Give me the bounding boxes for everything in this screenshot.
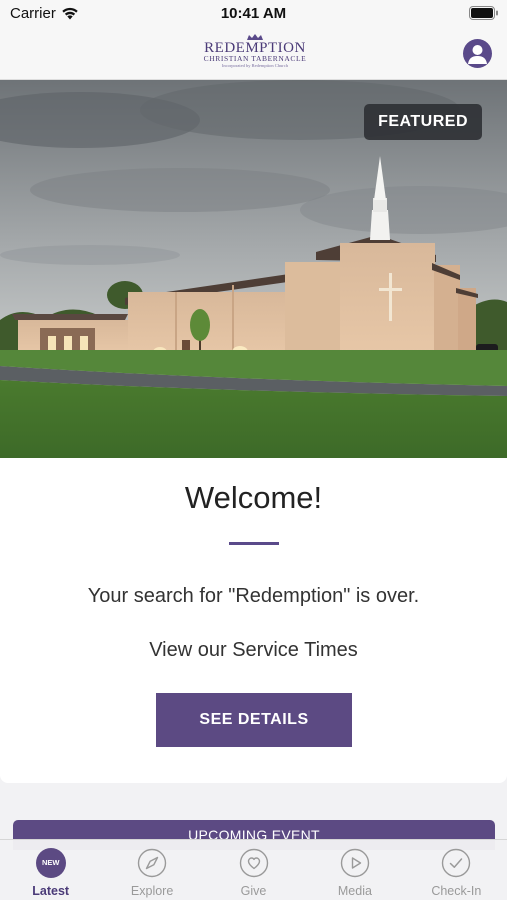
tab-label: Media (337, 884, 372, 898)
see-details-button[interactable]: SEE DETAILS (156, 693, 352, 747)
play-icon (340, 848, 370, 878)
logo-tagline: Incorporated by Redemption Church (221, 63, 289, 68)
tab-explore[interactable]: Explore (101, 840, 202, 900)
tab-latest[interactable]: NEW Latest (0, 840, 101, 900)
battery-icon (469, 6, 498, 20)
church-logo[interactable]: REDEMPTION CHRISTIAN TABERNACLE Incorpor… (200, 34, 310, 72)
app-header: REDEMPTION CHRISTIAN TABERNACLE Incorpor… (0, 28, 507, 80)
logo-sub-text: CHRISTIAN TABERNACLE (203, 54, 307, 63)
compass-icon (137, 848, 167, 878)
featured-hero[interactable]: FEATURED (0, 80, 507, 458)
new-badge-icon: NEW (35, 848, 66, 878)
service-times-text: View our Service Times (149, 639, 358, 661)
heart-icon (239, 848, 268, 878)
tab-check-in[interactable]: Check-In (406, 840, 507, 900)
tab-bar: NEW Latest Explore Give Media Check-In (0, 839, 507, 900)
tab-give[interactable]: Give (203, 840, 304, 900)
profile-button[interactable] (463, 39, 492, 68)
person-icon (468, 45, 487, 64)
tab-label: Explore (130, 884, 174, 898)
title-divider (229, 542, 279, 545)
clock: 10:41 AM (220, 5, 287, 22)
tab-label: Give (240, 884, 267, 898)
tab-label: Latest (32, 884, 70, 898)
tab-media[interactable]: Media (304, 840, 405, 900)
tab-label: Check-In (431, 884, 482, 898)
checkmark-icon (442, 848, 471, 878)
logo-main-text: REDEMPTION (204, 40, 306, 56)
featured-badge: FEATURED (364, 104, 482, 140)
status-bar: Carrier 10:41 AM (0, 0, 507, 28)
welcome-title: Welcome! (184, 480, 323, 515)
welcome-card: Welcome! Your search for "Redemption" is… (0, 458, 507, 783)
welcome-message: Your search for "Redemption" is over. (87, 585, 420, 607)
